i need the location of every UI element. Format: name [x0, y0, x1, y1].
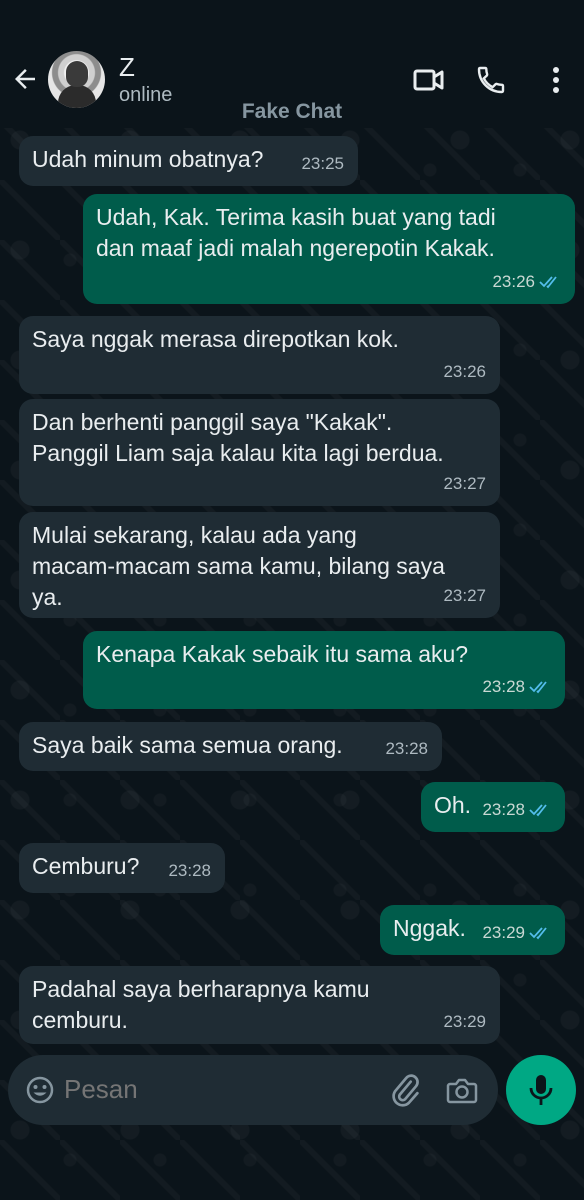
message-bubble-outgoing[interactable]: Kenapa Kakak sebaik itu sama aku? 23:28: [83, 631, 565, 709]
message-time: 23:29: [443, 1006, 486, 1037]
message-time: 23:26: [443, 356, 486, 387]
video-call-icon[interactable]: [412, 64, 444, 96]
double-check-icon: [529, 680, 547, 693]
message-text: Mulai sekarang, kalau ada yang macam-mac…: [32, 522, 445, 610]
message-bubble-incoming[interactable]: Saya baik sama semua orang. 23:28: [19, 722, 442, 771]
timestamp: 23:28: [168, 861, 211, 880]
message-time: 23:27: [443, 580, 486, 611]
contact-name[interactable]: Z: [119, 52, 135, 83]
more-vert-icon[interactable]: [540, 64, 572, 96]
message-input[interactable]: [62, 1073, 366, 1106]
message-bubble-incoming[interactable]: Mulai sekarang, kalau ada yang macam-mac…: [19, 512, 500, 618]
message-composer: [8, 1055, 498, 1125]
paperclip-icon[interactable]: [388, 1073, 422, 1107]
double-check-icon: [529, 926, 547, 939]
message-time: 23:28: [168, 855, 211, 886]
timestamp: 23:28: [482, 800, 525, 819]
message-time: 23:29: [482, 917, 551, 948]
mic-icon: [529, 1075, 553, 1105]
message-bubble-outgoing[interactable]: Udah, Kak. Terima kasih buat yang tadi d…: [83, 194, 575, 304]
double-check-icon: [529, 803, 547, 816]
message-text: Saya nggak merasa direpotkan kok.: [32, 326, 399, 352]
camera-icon[interactable]: [446, 1075, 478, 1105]
message-text: Saya baik sama semua orang.: [32, 732, 343, 758]
message-bubble-outgoing[interactable]: Oh. 23:28: [421, 782, 565, 832]
timestamp: 23:27: [443, 586, 486, 605]
message-bubble-incoming[interactable]: Udah minum obatnya? 23:25: [19, 136, 358, 186]
message-time: 23:26: [492, 266, 561, 297]
timestamp: 23:26: [492, 272, 535, 291]
fake-chat-watermark: Fake Chat: [241, 100, 343, 123]
message-time: 23:28: [482, 671, 551, 702]
timestamp: 23:29: [482, 923, 525, 942]
message-bubble-incoming[interactable]: Cemburu? 23:28: [19, 843, 225, 893]
timestamp: 23:27: [443, 474, 486, 493]
phone-icon[interactable]: [475, 64, 507, 96]
timestamp: 23:28: [385, 739, 428, 758]
message-time: 23:25: [301, 148, 344, 179]
timestamp: 23:29: [443, 1012, 486, 1031]
message-bubble-outgoing[interactable]: Nggak. 23:29: [380, 905, 565, 955]
message-text: Padahal saya berharapnya kamu cemburu.: [32, 976, 370, 1033]
avatar-head: [66, 61, 88, 87]
message-time: 23:27: [443, 468, 486, 499]
message-text: Dan berhenti panggil saya "Kakak". Pangg…: [32, 409, 444, 466]
message-time: 23:28: [385, 733, 428, 764]
timestamp: 23:25: [301, 154, 344, 173]
mic-button[interactable]: [506, 1055, 576, 1125]
back-arrow-icon[interactable]: [10, 64, 40, 94]
message-text: Kenapa Kakak sebaik itu sama aku?: [96, 641, 469, 667]
message-text: Udah, Kak. Terima kasih buat yang tadi d…: [96, 204, 496, 261]
timestamp: 23:26: [443, 362, 486, 381]
message-text: Udah minum obatnya?: [32, 146, 264, 172]
chat-header: Z online Fake Chat: [0, 0, 584, 128]
timestamp: 23:28: [482, 677, 525, 696]
message-bubble-incoming[interactable]: Padahal saya berharapnya kamu cemburu. 2…: [19, 966, 500, 1044]
message-bubble-incoming[interactable]: Dan berhenti panggil saya "Kakak". Pangg…: [19, 399, 500, 506]
double-check-icon: [539, 275, 557, 288]
emoji-icon[interactable]: [24, 1074, 56, 1106]
message-bubble-incoming[interactable]: Saya nggak merasa direpotkan kok. 23:26: [19, 316, 500, 394]
message-time: 23:28: [482, 794, 551, 825]
